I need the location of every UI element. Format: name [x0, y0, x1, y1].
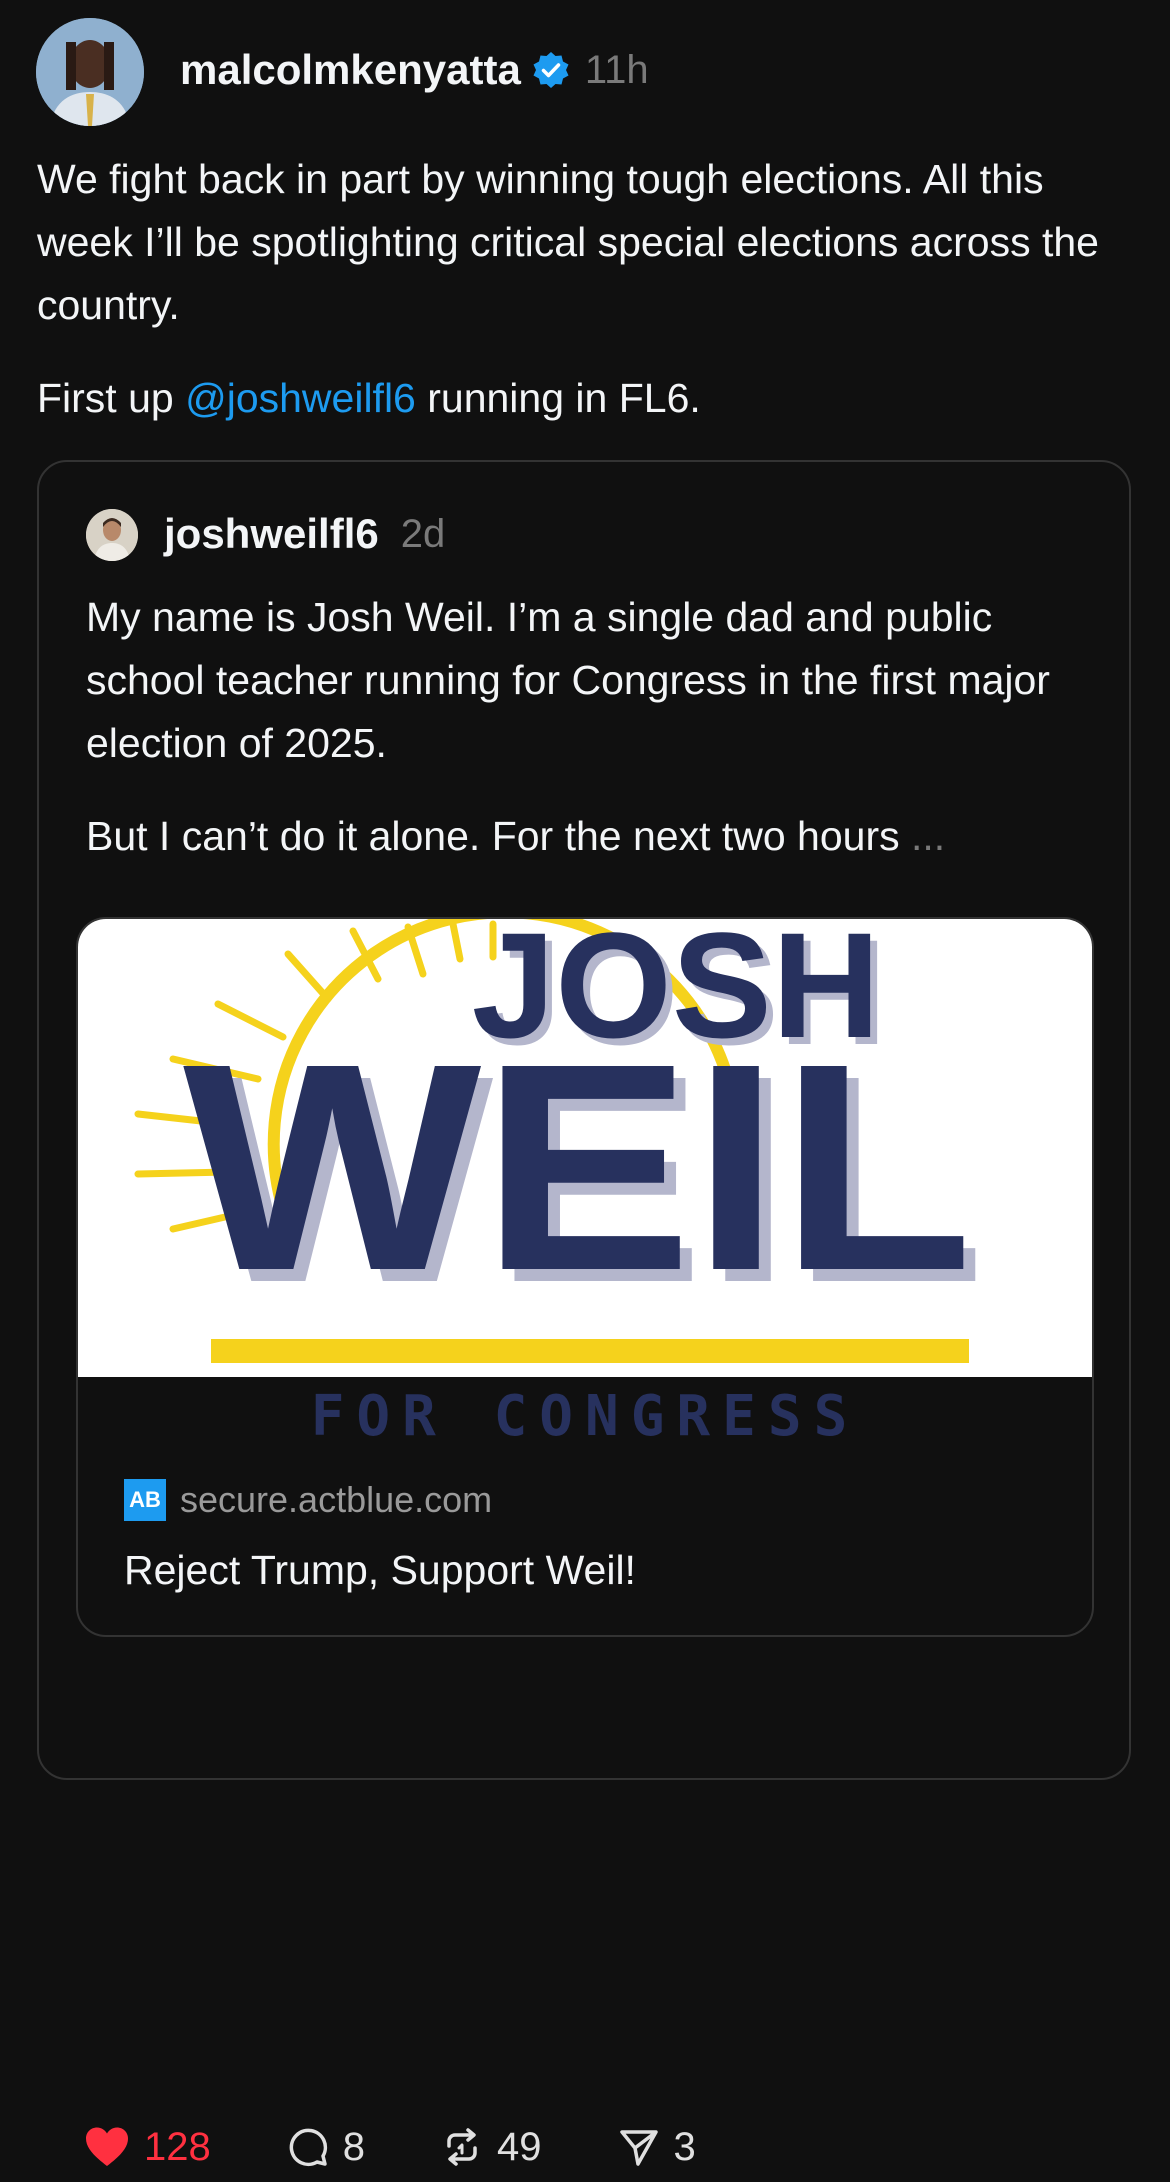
repost-icon	[447, 2128, 477, 2166]
quoted-post-body: My name is Josh Weil. I’m a single dad a…	[86, 586, 1096, 868]
more-ellipsis[interactable]: ...	[911, 813, 945, 859]
quoted-author-avatar[interactable]	[86, 509, 138, 561]
share-count: 3	[673, 2124, 696, 2169]
actblue-icon: AB	[124, 1479, 166, 1521]
quoted-paragraph-2: But I can’t do it alone. For the next tw…	[86, 805, 1096, 868]
link-domain: secure.actblue.com	[180, 1479, 493, 1520]
post-body: We fight back in part by winning tough e…	[37, 148, 1137, 430]
link-title: Reject Trump, Support Weil!	[124, 1547, 636, 1593]
author-avatar-image	[36, 18, 144, 126]
link-domain-row: AB secure.actblue.com	[124, 1479, 492, 1521]
post-time: 11h	[584, 47, 649, 92]
author-avatar[interactable]	[36, 18, 144, 126]
repost-count: 49	[497, 2124, 542, 2169]
quoted-author-username[interactable]: joshweilfl6	[164, 510, 379, 558]
comment-button[interactable]: 8	[287, 2125, 365, 2170]
like-button[interactable]: 128	[84, 2125, 211, 2170]
quoted-avatar-image	[86, 509, 138, 561]
logo-weil: WEIL	[183, 1002, 973, 1332]
repost-button[interactable]: 49	[441, 2125, 542, 2170]
comment-icon	[289, 2128, 327, 2167]
link-preview-card[interactable]: JOSH JOSH WEIL WEIL FOR CONGRESS AB secu…	[76, 917, 1094, 1637]
post-paragraph-1: We fight back in part by winning tough e…	[37, 156, 1099, 328]
logo-subtitle: FOR CONGRESS	[310, 1384, 860, 1449]
post-text-before-mention: First up	[37, 375, 186, 421]
share-button[interactable]: 3	[618, 2125, 696, 2170]
link-preview-image: JOSH JOSH WEIL WEIL	[78, 919, 1092, 1377]
heart-icon	[86, 2127, 128, 2166]
post-header: malcolmkenyatta 11h	[180, 40, 649, 100]
post-text-after-mention: running in FL6.	[415, 375, 701, 421]
share-icon	[619, 2130, 658, 2166]
quoted-paragraph-1: My name is Josh Weil. I’m a single dad a…	[86, 594, 1050, 766]
quoted-post-card[interactable]: joshweilfl6 2d My name is Josh Weil. I’m…	[37, 460, 1131, 2169]
comment-count: 8	[342, 2124, 365, 2169]
quoted-post-header: joshweilfl6 2d	[164, 504, 445, 564]
action-bar: 128 8 49 3	[84, 2112, 772, 2182]
author-username[interactable]: malcolmkenyatta	[180, 46, 521, 94]
post-paragraph-2: First up @joshweilfl6 running in FL6.	[37, 367, 1137, 430]
like-count: 128	[144, 2124, 211, 2169]
mention-link[interactable]: @joshweilfl6	[185, 375, 416, 421]
logo-underline	[211, 1339, 969, 1363]
quoted-post-time: 2d	[400, 511, 446, 556]
josh-weil-logo: JOSH JOSH WEIL WEIL	[134, 919, 985, 1363]
verified-badge-icon	[533, 52, 569, 88]
quoted-paragraph-2-text: But I can’t do it alone. For the next tw…	[86, 813, 912, 859]
